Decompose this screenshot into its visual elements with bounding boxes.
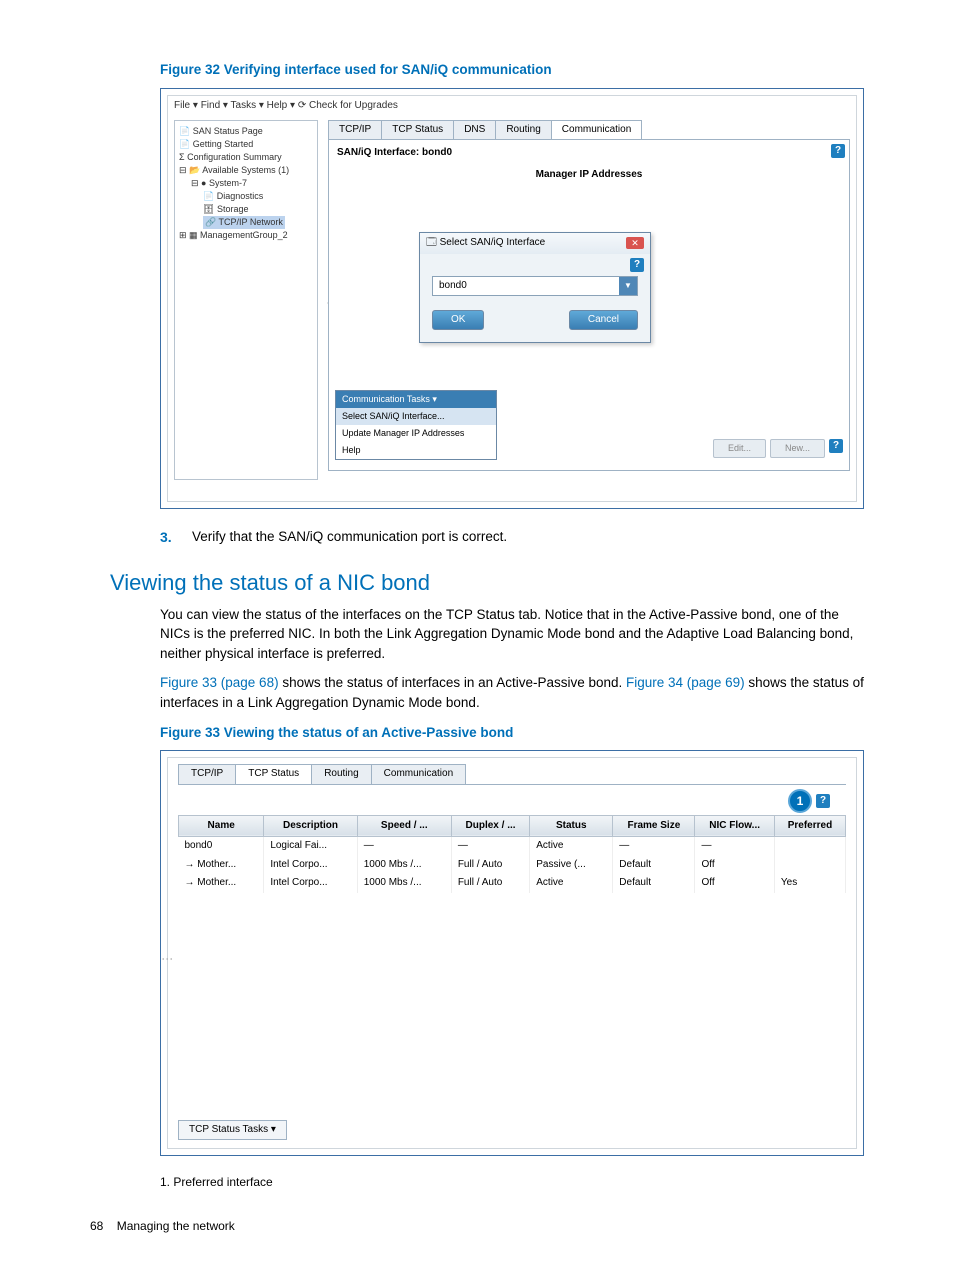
table-cell: 1000 Mbs /...: [357, 874, 451, 893]
page-footer: 68 Managing the network: [90, 1218, 235, 1235]
table-cell: Yes: [774, 874, 845, 893]
table-cell: Full / Auto: [451, 874, 529, 893]
table-cell: Default: [613, 856, 695, 875]
table-cell: → Mother...: [179, 874, 264, 893]
manager-ip-header: Manager IP Addresses: [536, 168, 643, 183]
step-text: Verify that the SAN/iQ communication por…: [192, 527, 507, 547]
dialog-title: 🗔 Select SAN/iQ Interface: [426, 236, 545, 251]
saniq-interface-label: SAN/iQ Interface: bond0: [337, 146, 452, 161]
tree-item[interactable]: 📄 Diagnostics: [179, 190, 313, 203]
edit-button[interactable]: Edit...: [713, 439, 766, 458]
col-duplex[interactable]: Duplex / ...: [451, 815, 529, 837]
tree-item[interactable]: ⊞ ▦ ManagementGroup_2: [179, 229, 313, 242]
table-cell: Full / Auto: [451, 856, 529, 875]
figure-32-screenshot: File ▾ Find ▾ Tasks ▾ Help ▾ ⟳ Check for…: [160, 88, 864, 509]
communication-tasks-menu[interactable]: Communication Tasks ▾ Select SAN/iQ Inte…: [335, 390, 497, 460]
tree-item[interactable]: Σ Configuration Summary: [179, 151, 313, 164]
tree-item[interactable]: 🗄 Storage: [179, 203, 313, 216]
col-status[interactable]: Status: [530, 815, 613, 837]
tab-tcpstatus[interactable]: TCP Status: [381, 120, 454, 140]
col-name[interactable]: Name: [179, 815, 264, 837]
tree-item[interactable]: 📄 SAN Status Page: [179, 125, 313, 138]
close-icon[interactable]: ✕: [626, 237, 644, 249]
tab-dns[interactable]: DNS: [453, 120, 496, 140]
help-icon[interactable]: ?: [829, 439, 843, 453]
app-menubar[interactable]: File ▾ Find ▾ Tasks ▾ Help ▾ ⟳ Check for…: [168, 96, 856, 117]
table-cell: Logical Fai...: [264, 837, 357, 856]
table-cell: [774, 856, 845, 875]
table-cell: 1000 Mbs /...: [357, 856, 451, 875]
step-3: 3. Verify that the SAN/iQ communication …: [160, 527, 864, 547]
table-cell: Active: [530, 874, 613, 893]
body-paragraph: Figure 33 (page 68) shows the status of …: [160, 673, 864, 712]
callout-number: 1: [788, 789, 812, 813]
footer-section: Managing the network: [117, 1219, 235, 1233]
navigation-tree[interactable]: 📄 SAN Status Page 📄 Getting Started Σ Co…: [174, 120, 318, 480]
figure-link[interactable]: Figure 34 (page 69): [626, 675, 745, 690]
tab-communication[interactable]: Communication: [551, 120, 642, 140]
table-cell: —: [613, 837, 695, 856]
col-speed[interactable]: Speed / ...: [357, 815, 451, 837]
figure-link[interactable]: Figure 33 (page 68): [160, 675, 279, 690]
splitter-handle[interactable]: ⋮: [158, 953, 175, 965]
table-cell: Intel Corpo...: [264, 874, 357, 893]
table-row[interactable]: bond0Logical Fai...——Active——: [179, 837, 846, 856]
tree-item[interactable]: 📄 Getting Started: [179, 138, 313, 151]
table-cell: —: [451, 837, 529, 856]
figure-32-caption: Figure 32 Verifying interface used for S…: [160, 60, 864, 80]
help-icon[interactable]: ?: [630, 258, 644, 272]
help-icon[interactable]: ?: [831, 144, 845, 158]
col-preferred[interactable]: Preferred: [774, 815, 845, 837]
interface-select[interactable]: bond0 ▼: [432, 276, 638, 296]
chevron-down-icon[interactable]: ▼: [619, 277, 637, 295]
tcp-status-tasks-button[interactable]: TCP Status Tasks ▾: [178, 1120, 287, 1141]
callout-1: 1 ?: [788, 789, 830, 813]
page-number: 68: [90, 1219, 103, 1233]
menu-item[interactable]: Help: [336, 442, 496, 459]
help-icon[interactable]: ?: [816, 794, 830, 808]
table-cell: Off: [695, 874, 774, 893]
select-interface-dialog: 🗔 Select SAN/iQ Interface ✕ ? bond0 ▼ OK: [419, 232, 651, 343]
tree-item[interactable]: ⊟ 📂 Available Systems (1): [179, 164, 313, 177]
tree-item-selected[interactable]: 🔗 TCP/IP Network: [179, 216, 313, 229]
table-row[interactable]: → Mother...Intel Corpo...1000 Mbs /...Fu…: [179, 856, 846, 875]
table-cell: Off: [695, 856, 774, 875]
menu-item[interactable]: Select SAN/iQ Interface...: [336, 408, 496, 425]
tcp-status-table: Name Description Speed / ... Duplex / ..…: [178, 815, 846, 893]
col-nicflow[interactable]: NIC Flow...: [695, 815, 774, 837]
tab-tcpip[interactable]: TCP/IP: [328, 120, 382, 140]
table-cell: —: [357, 837, 451, 856]
tree-item[interactable]: ⊟ ● System-7: [179, 177, 313, 190]
table-row[interactable]: → Mother...Intel Corpo...1000 Mbs /...Fu…: [179, 874, 846, 893]
table-cell: → Mother...: [179, 856, 264, 875]
table-cell: bond0: [179, 837, 264, 856]
table-cell: Active: [530, 837, 613, 856]
new-button[interactable]: New...: [770, 439, 825, 458]
figure-legend: 1. Preferred interface: [160, 1174, 864, 1191]
tab-tcpip[interactable]: TCP/IP: [178, 764, 236, 784]
tab-routing[interactable]: Routing: [495, 120, 551, 140]
tab-routing[interactable]: Routing: [311, 764, 371, 784]
table-cell: [774, 837, 845, 856]
step-number: 3.: [160, 527, 192, 547]
menu-item[interactable]: Update Manager IP Addresses: [336, 425, 496, 442]
figure-33-screenshot: ⋮ TCP/IP TCP Status Routing Communicatio…: [160, 750, 864, 1156]
ok-button[interactable]: OK: [432, 310, 484, 331]
figure-33-caption: Figure 33 Viewing the status of an Activ…: [160, 723, 864, 743]
cancel-button[interactable]: Cancel: [569, 310, 638, 331]
section-heading: Viewing the status of a NIC bond: [110, 567, 864, 599]
table-cell: Default: [613, 874, 695, 893]
tab-communication[interactable]: Communication: [371, 764, 466, 784]
table-cell: —: [695, 837, 774, 856]
table-cell: Passive (...: [530, 856, 613, 875]
tab-tcpstatus[interactable]: TCP Status: [235, 764, 312, 784]
menu-header[interactable]: Communication Tasks ▾: [336, 391, 496, 408]
col-framesize[interactable]: Frame Size: [613, 815, 695, 837]
col-description[interactable]: Description: [264, 815, 357, 837]
body-paragraph: You can view the status of the interface…: [160, 605, 864, 664]
table-cell: Intel Corpo...: [264, 856, 357, 875]
